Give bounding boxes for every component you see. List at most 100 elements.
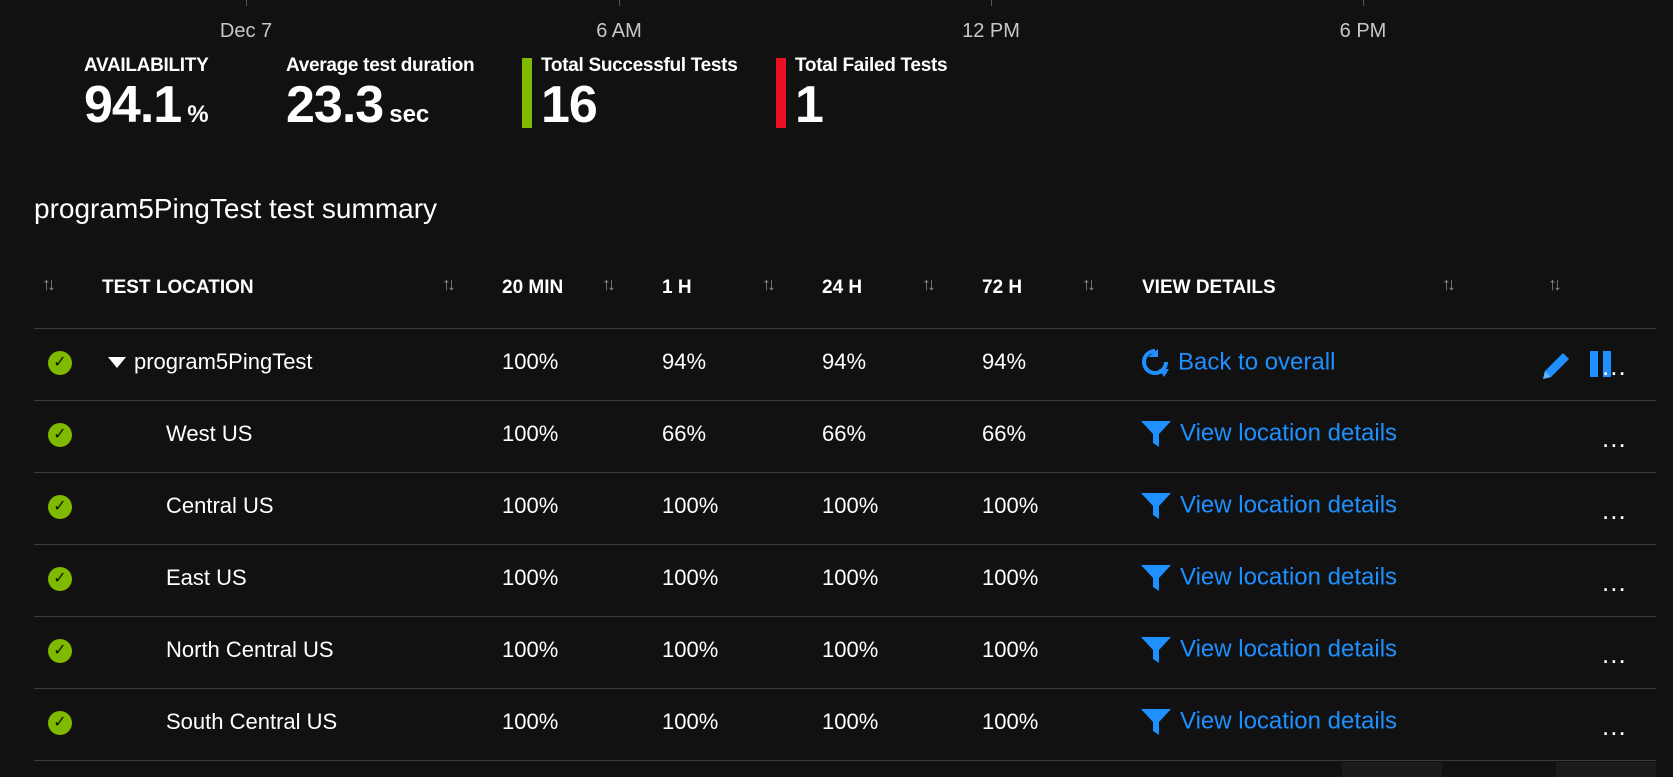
scrollbar-segment[interactable]	[1556, 762, 1656, 777]
row-72h: 100%	[982, 493, 1039, 518]
successful-metric: Total Successful Tests 16	[541, 55, 738, 134]
duration-unit: sec	[389, 101, 430, 128]
sort-icon[interactable]: ↑↓	[442, 274, 456, 295]
sort-icon[interactable]: ↑↓	[602, 274, 616, 295]
pause-bar	[1590, 351, 1598, 377]
filter-icon	[1141, 637, 1171, 663]
sort-icon[interactable]: ↑↓	[762, 274, 776, 295]
row-1h: 94%	[662, 349, 707, 374]
duration-metric: Average test duration 23.3 sec	[286, 55, 475, 141]
column-header-20min[interactable]: 20 MIN	[502, 277, 563, 299]
row-1h: 66%	[662, 421, 707, 446]
row-1h: 100%	[662, 565, 719, 590]
row-location: East US	[166, 565, 247, 590]
availability-metric: AVAILABILITY 94.1%	[84, 55, 209, 141]
column-header-24h[interactable]: 24 H	[822, 277, 862, 299]
successful-label: Total Successful Tests	[541, 55, 738, 76]
success-check-icon: ✓	[48, 495, 72, 519]
column-header-1h[interactable]: 1 H	[662, 277, 692, 299]
row-1h: 100%	[662, 637, 719, 662]
table-row[interactable]: ✓ West US 100% 66% 66% 66% View location…	[34, 401, 1656, 473]
filter-icon	[1141, 565, 1171, 591]
view-location-details-label: View location details	[1180, 635, 1398, 663]
sort-icon[interactable]: ↑↓	[922, 274, 936, 295]
table-row[interactable]: ✓ North Central US 100% 100% 100% 100% V…	[34, 617, 1656, 689]
row-24h: 94%	[822, 349, 867, 374]
back-arrow-icon	[1142, 349, 1169, 377]
back-to-overall-link[interactable]: Back to overall	[1140, 347, 1335, 379]
filter-icon	[1141, 421, 1171, 447]
axis-label-6pm: 6 PM	[1339, 20, 1387, 42]
row-20min: 100%	[502, 421, 559, 446]
row-24h: 100%	[822, 637, 879, 662]
more-options-button[interactable]: ...	[1602, 495, 1627, 526]
row-24h: 100%	[822, 709, 879, 734]
more-options-button[interactable]: ...	[1602, 567, 1627, 598]
view-location-details-link[interactable]: View location details	[1140, 707, 1397, 737]
availability-value: 94.1	[84, 76, 182, 134]
filter-icon	[1141, 709, 1171, 735]
column-header-view-details[interactable]: VIEW DETAILS	[1142, 277, 1276, 299]
row-72h: 100%	[982, 637, 1039, 662]
success-indicator-bar	[522, 58, 532, 128]
row-1h: 100%	[662, 493, 719, 518]
successful-value: 16	[541, 76, 598, 134]
column-header-location[interactable]: TEST LOCATION	[102, 277, 254, 299]
duration-value-wrap: 23.3 sec	[286, 79, 474, 141]
sort-icon[interactable]: ↑↓	[1082, 274, 1096, 295]
row-72h: 100%	[982, 565, 1039, 590]
failed-metric: Total Failed Tests 1	[795, 55, 948, 131]
failed-label: Total Failed Tests	[795, 55, 948, 76]
row-location: South Central US	[166, 709, 338, 734]
axis-label-12pm: 12 PM	[962, 20, 1020, 42]
axis-label-6am: 6 AM	[596, 20, 642, 42]
axis-tick	[246, 0, 247, 6]
timeline-axis: Dec 7 6 AM 12 PM 6 PM	[0, 0, 1673, 50]
availability-value-wrap: 94.1%	[84, 79, 209, 141]
duration-label: Average test duration	[286, 55, 475, 76]
row-20min: 100%	[502, 709, 559, 734]
filter-icon	[1141, 493, 1171, 519]
success-check-icon: ✓	[48, 639, 72, 663]
success-check-icon: ✓	[48, 711, 72, 735]
summary-title: program5PingTest test summary	[34, 193, 438, 224]
table-row[interactable]: ✓ East US 100% 100% 100% 100% View locat…	[34, 545, 1656, 617]
sort-icon[interactable]: ↑↓	[1442, 274, 1456, 295]
view-location-details-label: View location details	[1180, 419, 1398, 447]
more-options-button[interactable]: ...	[1602, 639, 1627, 670]
row-20min: 100%	[502, 637, 559, 662]
view-location-details-link[interactable]: View location details	[1140, 635, 1397, 665]
view-location-details-link[interactable]: View location details	[1140, 491, 1397, 521]
scrollbar-segment[interactable]	[1342, 762, 1442, 777]
more-options-button[interactable]: ...	[1602, 351, 1627, 382]
more-options-button[interactable]: ...	[1602, 711, 1627, 742]
table-row[interactable]: ✓ South Central US 100% 100% 100% 100% V…	[34, 689, 1656, 761]
sort-icon[interactable]: ↑↓	[42, 274, 56, 295]
row-location: program5PingTest	[134, 349, 313, 374]
table-row[interactable]: ✓ program5PingTest 100% 94% 94% 94% Back…	[34, 329, 1656, 401]
row-72h: 100%	[982, 709, 1039, 734]
view-location-details-label: View location details	[1180, 707, 1398, 735]
view-location-details-link[interactable]: View location details	[1140, 419, 1397, 449]
row-24h: 100%	[822, 565, 879, 590]
view-location-details-label: View location details	[1180, 563, 1398, 591]
availability-unit: %	[187, 101, 209, 128]
row-location: West US	[166, 421, 253, 446]
sort-icon[interactable]: ↑↓	[1548, 274, 1562, 295]
collapse-caret-icon[interactable]	[108, 357, 126, 368]
axis-tick	[619, 0, 620, 6]
table-header: ↑↓ TEST LOCATION ↑↓ 20 MIN ↑↓ 1 H ↑↓ 24 …	[34, 262, 1656, 329]
duration-value: 23.3	[286, 76, 384, 134]
edit-pencil-icon[interactable]	[1539, 349, 1573, 383]
success-check-icon: ✓	[48, 351, 72, 375]
view-location-details-link[interactable]: View location details	[1140, 563, 1397, 593]
failed-indicator-bar	[776, 58, 786, 128]
success-check-icon: ✓	[48, 423, 72, 447]
more-options-button[interactable]: ...	[1602, 423, 1627, 454]
table-row[interactable]: ✓ Central US 100% 100% 100% 100% View lo…	[34, 473, 1656, 545]
axis-label-dec7: Dec 7	[219, 20, 273, 42]
row-72h: 94%	[982, 349, 1027, 374]
axis-tick	[991, 0, 992, 6]
column-header-72h[interactable]: 72 H	[982, 277, 1022, 299]
row-location: North Central US	[166, 637, 334, 662]
